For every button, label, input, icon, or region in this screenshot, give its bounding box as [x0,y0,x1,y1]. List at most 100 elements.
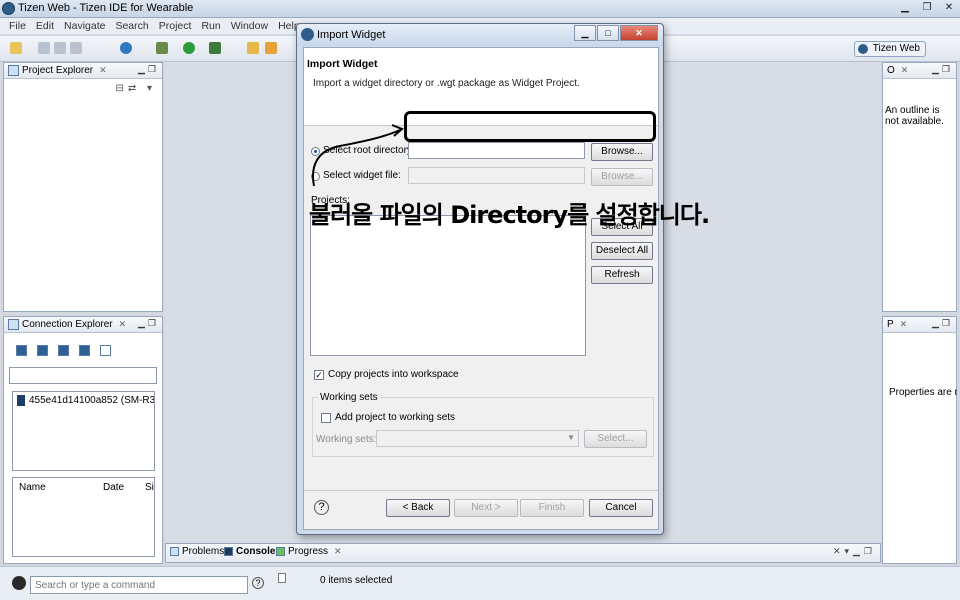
connection-filter-input[interactable] [9,367,157,384]
connect-icon[interactable] [16,345,27,356]
connection-explorer-panel: Connection Explorer ✕ ▁❐ 455e41d14100a85… [3,316,163,564]
outline-header: O ✕ ▁❐ [883,63,956,79]
dialog-window-controls: ▁ □ ✕ [573,25,658,41]
menu-window[interactable]: Window [226,18,273,34]
help-icon[interactable]: ? [314,500,329,515]
dialog-close-button[interactable]: ✕ [620,25,658,41]
window-title: Tizen Web - Tizen IDE for Wearable [18,2,194,14]
restore-button[interactable]: ❐ [916,0,938,16]
selection-status: 0 items selected [320,575,393,586]
dialog-title-bar: Import Widget ▁ □ ✕ [297,24,663,46]
finish-button[interactable]: Finish [520,499,584,517]
file-table: Name Date Si [12,477,155,557]
window-title-bar: Tizen Web - Tizen IDE for Wearable ▁ ❐ ✕ [0,0,960,18]
browse-directory-button[interactable]: Browse... [591,143,653,161]
view-menu-icon[interactable] [100,345,111,356]
annotation-caption: 불러올 파일의 Directory를 설정합니다. [309,201,710,229]
menu-navigate[interactable]: Navigate [59,18,110,34]
minimize-button[interactable]: ▁ [894,0,916,16]
device-icon [17,395,25,406]
connection-explorer-title[interactable]: Connection Explorer [22,319,113,330]
annotation-highlight-box [404,111,656,142]
collapse-link-icons[interactable]: ⊟⇄ ▾ [115,83,156,94]
console-icon [224,547,233,556]
tab-progress[interactable]: Progress ✕ [276,546,342,557]
browse-file-button[interactable]: Browse... [591,168,653,186]
push-icon[interactable] [37,345,48,356]
view-controls[interactable]: ▁❐ [932,318,953,329]
user-icon[interactable] [12,576,26,590]
deselect-all-button[interactable]: Deselect All [591,242,653,260]
target-icon[interactable] [120,42,132,54]
projects-list[interactable] [310,215,586,356]
menu-search[interactable]: Search [110,18,153,34]
outline-title[interactable]: O [887,65,895,76]
new-icon[interactable] [10,42,22,54]
help-icon[interactable]: ? [252,577,264,589]
external-tools-icon[interactable] [209,42,221,54]
view-controls[interactable]: ✕▾▁❐ [833,546,876,557]
properties-title[interactable]: P [887,319,894,330]
close-icon[interactable]: ✕ [119,319,127,330]
refresh-button[interactable]: Refresh [591,266,653,284]
close-window-button[interactable]: ✕ [938,0,960,16]
dialog-minimize-button[interactable]: ▁ [574,25,596,41]
close-icon[interactable]: ✕ [334,546,342,557]
column-name[interactable]: Name [19,482,46,493]
close-icon[interactable]: ✕ [900,319,908,330]
project-explorer-header: Project Explorer ✕ ▁❐ [4,63,162,79]
pin-icon[interactable] [265,42,277,54]
device-item[interactable]: 455e41d14100a852 (SM-R3 [29,395,154,406]
tizen-app-icon [301,28,314,41]
menu-project[interactable]: Project [154,18,197,34]
select-working-sets-button[interactable]: Select... [584,430,647,448]
working-sets-select[interactable]: ▼ [376,430,579,447]
column-date[interactable]: Date [103,482,124,493]
root-directory-input[interactable] [408,142,585,159]
next-button[interactable]: Next > [454,499,518,517]
properties-message: Properties are not [889,387,957,398]
add-working-sets-checkbox[interactable] [321,413,331,423]
menu-run[interactable]: Run [196,18,225,34]
view-controls[interactable]: ▁❐ [138,318,159,329]
properties-panel: P ✕ ▁❐ Properties are not [882,316,957,564]
column-size[interactable]: Si [145,482,154,493]
dialog-heading: Import Widget [307,58,378,70]
debug-icon[interactable] [156,42,168,54]
shell-icon[interactable] [79,345,90,356]
pull-icon[interactable] [58,345,69,356]
save-icon[interactable] [38,42,50,54]
dialog-maximize-button[interactable]: □ [597,25,619,41]
open-folder-icon[interactable] [247,42,259,54]
perspective-tizen-web[interactable]: Tizen Web [853,41,926,57]
copy-projects-label: Copy projects into workspace [328,369,459,380]
close-icon[interactable]: ✕ [901,65,909,76]
console-tab-bar: Problems Console Progress ✕ ✕▾▁❐ [165,543,881,563]
widget-file-input[interactable] [408,167,585,184]
dialog-title: Import Widget [317,29,386,41]
menu-file[interactable]: File [4,18,31,34]
project-explorer-title[interactable]: Project Explorer [22,65,93,76]
working-sets-label: Working sets: [316,434,377,445]
problems-icon [170,547,179,556]
cancel-button[interactable]: Cancel [589,499,653,517]
back-button[interactable]: < Back [386,499,450,517]
menu-edit[interactable]: Edit [31,18,59,34]
close-icon[interactable]: ✕ [99,65,107,76]
print-icon[interactable] [70,42,82,54]
tab-problems[interactable]: Problems [170,546,224,557]
dialog-description: Import a widget directory or .wgt packag… [313,78,580,89]
annotation-arrow [312,124,404,187]
save-all-icon[interactable] [54,42,66,54]
run-icon[interactable] [183,42,195,54]
tizen-app-icon [2,2,15,15]
tab-console[interactable]: Console [224,546,275,557]
device-list: 455e41d14100a852 (SM-R3 [12,391,155,471]
connection-explorer-header: Connection Explorer ✕ ▁❐ [4,317,162,333]
copy-projects-checkbox[interactable]: ✓ [314,370,324,380]
outline-panel: O ✕ ▁❐ An outline is not available. [882,62,957,312]
view-controls[interactable]: ▁❐ [932,64,953,75]
view-controls[interactable]: ▁❐ [138,64,159,75]
import-widget-dialog: Import Widget ▁ □ ✕ Import Widget Import… [296,23,664,535]
quick-access-input[interactable] [30,576,248,594]
